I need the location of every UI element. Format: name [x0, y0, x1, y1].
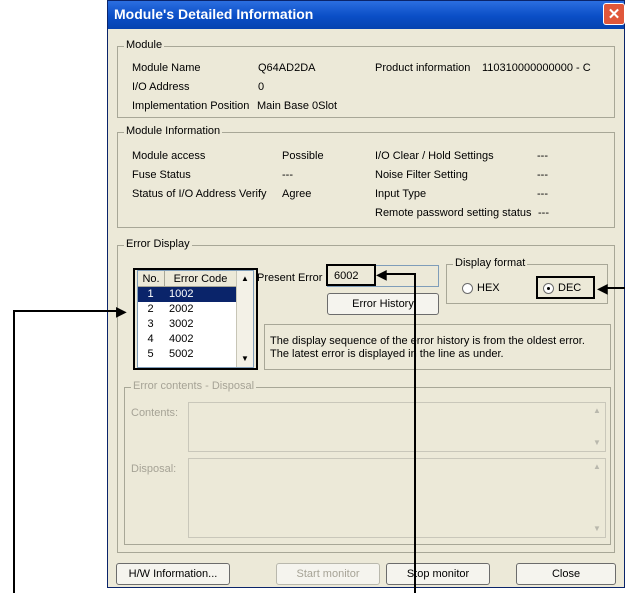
error-contents-group-label: Error contents - Disposal	[131, 380, 257, 392]
present-error-label: Present Error	[257, 272, 323, 284]
contents-scroll-up-icon: ▲	[593, 406, 601, 415]
history-note-box	[264, 324, 611, 370]
callout-line-present-horizontal	[386, 273, 416, 275]
input-type-value: ---	[537, 188, 548, 200]
module-access-value: Possible	[282, 150, 324, 162]
history-note-line-2: The latest error is displayed in the lin…	[270, 348, 504, 360]
noise-filter-value: ---	[537, 169, 548, 181]
error-history-button[interactable]: Error History	[327, 293, 439, 315]
contents-field: ▲ ▼	[188, 402, 606, 452]
callout-line-table-vertical	[13, 310, 15, 593]
io-verify-label: Status of I/O Address Verify	[132, 188, 267, 200]
stop-monitor-button[interactable]: Stop monitor	[386, 563, 490, 585]
error-table-highlight	[133, 268, 258, 370]
disposal-scroll-down-icon: ▼	[593, 524, 601, 533]
dec-format-highlight	[536, 276, 595, 299]
window-title: Module's Detailed Information	[114, 6, 314, 22]
title-bar: Module's Detailed Information ✕	[108, 1, 625, 29]
disposal-scroll-up-icon: ▲	[593, 462, 601, 471]
history-note-line-1: The display sequence of the error histor…	[270, 335, 585, 347]
hw-information-button[interactable]: H/W Information...	[116, 563, 230, 585]
product-info-value: 110310000000000 - C	[482, 62, 591, 74]
io-address-value: 0	[258, 81, 265, 93]
disposal-field: ▲ ▼	[188, 458, 606, 538]
callout-line-dec	[606, 287, 625, 289]
module-information-group-label: Module Information	[124, 125, 223, 137]
close-button[interactable]: Close	[516, 563, 616, 585]
fuse-status-label: Fuse Status	[132, 169, 191, 181]
display-format-label: Display format	[453, 257, 528, 269]
callout-arrow-present-icon: ◀	[376, 266, 387, 282]
module-access-label: Module access	[132, 150, 206, 162]
contents-label: Contents:	[131, 407, 179, 419]
module-group-label: Module	[124, 39, 165, 51]
noise-filter-label: Noise Filter Setting	[375, 169, 468, 181]
callout-arrow-table-icon: ▶	[116, 303, 127, 319]
error-display-group-label: Error Display	[124, 238, 192, 250]
start-monitor-button: Start monitor	[276, 563, 380, 585]
implementation-position-label: Implementation Position	[132, 100, 250, 112]
product-info-label: Product information	[375, 62, 471, 74]
module-name-label: Module Name	[132, 62, 201, 74]
contents-scroll-down-icon: ▼	[593, 438, 601, 447]
hex-radio-label[interactable]: HEX	[477, 282, 500, 294]
remote-password-value: ---	[538, 207, 549, 219]
callout-arrow-dec-icon: ◀	[597, 280, 608, 296]
present-error-highlight	[326, 264, 376, 286]
remote-password-label: Remote password setting status	[375, 207, 532, 219]
implementation-position-value: Main Base 0Slot	[257, 100, 338, 112]
input-type-label: Input Type	[375, 188, 427, 200]
callout-line-table-horizontal	[13, 310, 121, 312]
io-clear-hold-label: I/O Clear / Hold Settings	[375, 150, 494, 162]
disposal-label: Disposal:	[131, 463, 177, 475]
module-name-value: Q64AD2DA	[258, 62, 316, 74]
hex-radio[interactable]	[462, 283, 473, 294]
close-icon[interactable]: ✕	[603, 3, 625, 25]
callout-line-present-vertical	[414, 273, 416, 593]
io-verify-value: Agree	[282, 188, 312, 200]
io-address-label: I/O Address	[132, 81, 190, 93]
io-clear-hold-value: ---	[537, 150, 548, 162]
fuse-status-value: ---	[282, 169, 293, 181]
